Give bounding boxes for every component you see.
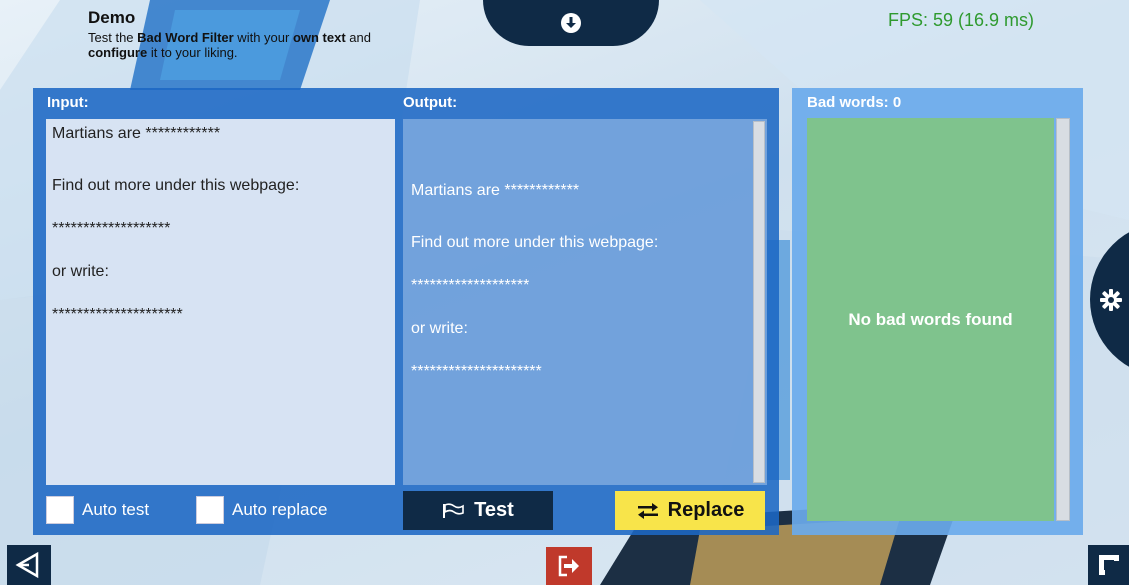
fullscreen-icon — [1098, 555, 1119, 575]
bad-words-scrollbar[interactable] — [1056, 118, 1070, 521]
download-icon — [561, 13, 581, 33]
page-title: Demo — [88, 8, 136, 27]
bad-words-empty-message: No bad words found — [848, 309, 1013, 329]
demo-description: Test the Bad Word Filter with your own t… — [88, 30, 488, 60]
gear-icon — [1100, 288, 1122, 311]
auto-test-checkbox[interactable] — [46, 496, 74, 524]
output-label: Output: — [403, 94, 458, 111]
demo-header: Demo Test the Bad Word Filter with your … — [88, 8, 488, 60]
input-line: or write: — [52, 263, 109, 280]
output-line: ******************* — [411, 277, 530, 294]
test-button[interactable]: Test — [403, 491, 553, 530]
desc-text: and — [345, 30, 371, 45]
fps-counter: FPS: 59 (16.9 ms) — [888, 10, 1035, 30]
input-line: ******************* — [52, 220, 171, 237]
auto-replace-checkbox[interactable] — [196, 496, 224, 524]
output-textarea[interactable]: Martians are ************ Find out more … — [403, 119, 767, 485]
unity-button[interactable] — [7, 545, 51, 585]
bad-words-list: No bad words found — [807, 118, 1054, 521]
desc-bold-text: configure — [88, 45, 148, 60]
desc-bold-text: own text — [292, 30, 346, 45]
desc-text: Test the — [88, 30, 138, 45]
test-button-label: Test — [474, 499, 514, 521]
replace-button-label: Replace — [667, 499, 745, 521]
input-line: Martians are ************ — [52, 125, 221, 142]
flag-icon — [443, 502, 464, 518]
input-line: ********************* — [52, 306, 183, 323]
bad-words-panel: Bad words: 0 No bad words found — [792, 88, 1083, 535]
auto-replace-toggle[interactable]: Auto replace — [196, 496, 327, 524]
desc-text: it to your liking. — [147, 45, 238, 60]
input-label: Input: — [47, 94, 89, 111]
auto-test-label: Auto test — [82, 500, 150, 519]
desc-bold-text: Bad Word Filter — [137, 30, 234, 45]
output-scrollbar[interactable] — [753, 121, 765, 483]
filter-panel: Input: Output: Martians are ************… — [33, 88, 779, 535]
unity-logo-icon — [15, 551, 39, 579]
input-line: Find out more under this webpage: — [52, 177, 300, 194]
swap-icon — [637, 502, 658, 519]
exit-icon — [558, 555, 579, 577]
replace-button[interactable]: Replace — [615, 491, 765, 530]
auto-replace-label: Auto replace — [232, 500, 328, 519]
download-button[interactable] — [483, 0, 659, 46]
auto-test-toggle[interactable]: Auto test — [46, 496, 149, 524]
output-line: ********************* — [411, 363, 542, 380]
fullscreen-button[interactable] — [1088, 545, 1129, 585]
output-line: or write: — [411, 320, 468, 337]
output-line: Find out more under this webpage: — [411, 234, 659, 251]
output-line: Martians are ************ — [411, 182, 580, 199]
input-textarea[interactable]: Martians are ************ Find out more … — [46, 119, 395, 485]
bad-words-count: Bad words: 0 — [807, 94, 902, 111]
exit-button[interactable] — [546, 547, 592, 585]
desc-text: with your — [233, 30, 293, 45]
